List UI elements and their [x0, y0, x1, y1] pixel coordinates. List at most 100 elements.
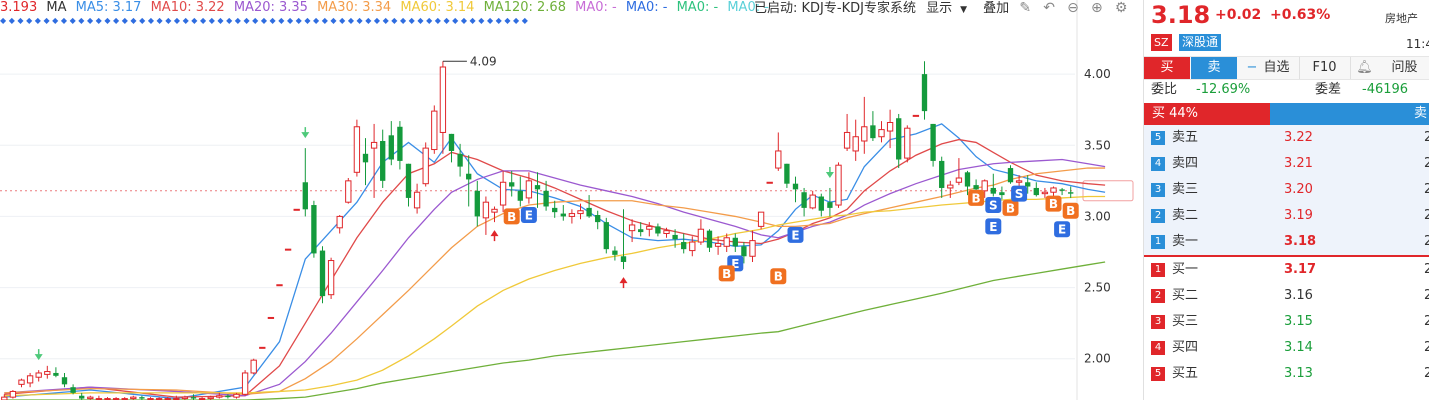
- candle-body: [955, 177, 963, 183]
- sector-label[interactable]: 房地产: [1385, 10, 1418, 26]
- level-label: 卖一: [1172, 234, 1199, 249]
- quote-time: 11:4: [1406, 37, 1429, 51]
- ask-level-5[interactable]: 5 卖五 3.22 2: [1144, 125, 1429, 151]
- candle-body: [904, 127, 911, 159]
- legend-ma10[interactable]: MA10: 3.22: [151, 0, 225, 15]
- level-label: 卖五: [1172, 130, 1199, 145]
- undo-icon[interactable]: ↶: [1043, 0, 1055, 16]
- bid-diff-value: -46196: [1362, 82, 1409, 97]
- level-number: 1: [1151, 235, 1165, 249]
- candle-body: [973, 185, 979, 190]
- candle-body: [595, 215, 601, 223]
- level-number: 3: [1151, 183, 1165, 197]
- level-label: 买二: [1172, 288, 1199, 303]
- candle-body: [714, 242, 722, 247]
- legend-ma5[interactable]: MA5: 3.17: [76, 0, 142, 15]
- signal-label: B: [1006, 201, 1015, 215]
- settings-icon[interactable]: ⚙: [1115, 0, 1128, 16]
- candle-body: [233, 393, 240, 398]
- ask-level-4[interactable]: 4 卖四 3.21 2: [1144, 151, 1429, 177]
- legend-ma20[interactable]: MA20: 3.35: [234, 0, 308, 15]
- display-menu[interactable]: 显示 ▼: [926, 1, 973, 16]
- bid-level-1[interactable]: 1 买一 3.17 2: [1144, 257, 1429, 283]
- overlay-button[interactable]: 叠加: [983, 1, 1009, 16]
- f10-button[interactable]: F10: [1299, 57, 1349, 79]
- kline-chart[interactable]: 4.003.503.002.502.004.09B EEB BEBS BSEBBE: [0, 0, 1141, 400]
- buy-power: 买 44%: [1144, 103, 1270, 125]
- candle-body: [216, 395, 223, 398]
- level-number: 2: [1151, 209, 1165, 223]
- candle-body: [397, 126, 403, 161]
- sell-button[interactable]: 卖: [1191, 57, 1237, 79]
- candle-body: [835, 164, 842, 206]
- level-volume: 2: [1424, 257, 1429, 283]
- level-label: 买三: [1172, 314, 1199, 329]
- candle-body: [568, 213, 576, 217]
- candle-body: [534, 185, 541, 190]
- bell-icon[interactable]: 🔔︎: [1350, 57, 1378, 79]
- candle-body: [577, 210, 584, 215]
- legend-ma-label: MA: [46, 0, 67, 15]
- level-price: 3.19: [1284, 208, 1313, 223]
- zoom-in-icon[interactable]: ⊕: [1091, 0, 1103, 16]
- connect-tag[interactable]: 深股通: [1179, 34, 1222, 51]
- indicator-status[interactable]: 已启动: KDJ专-KDJ专家系统: [754, 1, 916, 16]
- high-annotation: 4.09: [470, 54, 497, 68]
- y-tick-label: 2.00: [1084, 352, 1111, 366]
- candle-body: [241, 372, 249, 395]
- ask-button[interactable]: 问股: [1379, 57, 1429, 79]
- level-number: 5: [1151, 131, 1165, 145]
- order-ratio-row: 委比 -12.69% 委差 -46196: [1144, 80, 1429, 100]
- kline-chart-area[interactable]: 4.00 3.50 3.00 2.50 2.00 4.09 B E E B B E B S B S E B B E 3…: [0, 0, 1141, 400]
- candle-body: [207, 396, 214, 400]
- level-number: 1: [1151, 263, 1165, 277]
- candle-body: [912, 114, 920, 117]
- ask-level-3[interactable]: 3 卖三 3.20 2: [1144, 177, 1429, 203]
- legend-ma30[interactable]: MA30: 3.34: [317, 0, 391, 15]
- candle-body: [53, 372, 59, 376]
- candle-body: [319, 250, 326, 297]
- candle-body: [9, 390, 17, 398]
- caret-down-icon: ▼: [960, 5, 968, 15]
- signal-label: E: [525, 209, 533, 223]
- candle-body: [749, 240, 756, 257]
- stock-terminal: 4.00 3.50 3.00 2.50 2.00 4.09 B E E B B E B S B S E B B E 3…: [0, 0, 1429, 400]
- y-tick-label: 4.00: [1084, 67, 1111, 81]
- bid-level-2[interactable]: 2 买二 3.16 2: [1144, 283, 1429, 309]
- candle-body: [843, 131, 851, 149]
- level-price: 3.13: [1284, 366, 1313, 381]
- add-watchlist-button[interactable]: − 自选: [1238, 57, 1298, 79]
- candle-body: [276, 284, 283, 287]
- level-volume: 2: [1424, 151, 1429, 177]
- level-number: 4: [1151, 341, 1165, 355]
- candle-body: [663, 230, 670, 234]
- legend-ma0-a[interactable]: MA0: -: [575, 0, 617, 15]
- legend-ma60[interactable]: MA60: 3.14: [400, 0, 474, 15]
- order-book: 5卖五3.2224卖四3.2123卖三3.2022卖二3.1921卖一3.182…: [1144, 125, 1429, 387]
- level-price: 3.21: [1284, 156, 1313, 171]
- y-tick-label: 2.50: [1084, 281, 1111, 295]
- legend-ma0-b[interactable]: MA0: -: [626, 0, 668, 15]
- candle-body: [147, 398, 154, 400]
- level-number: 4: [1151, 157, 1165, 171]
- ask-level-2[interactable]: 2 卖二 3.19 2: [1144, 203, 1429, 229]
- candle-body: [181, 396, 189, 400]
- bid-level-4[interactable]: 4 买四 3.14 2: [1144, 335, 1429, 361]
- legend-ma0-c[interactable]: MA0: -: [677, 0, 719, 15]
- zoom-out-icon[interactable]: ⊖: [1067, 0, 1079, 16]
- level-price: 3.17: [1284, 262, 1317, 277]
- ask-level-1[interactable]: 1 卖一 3.18 2: [1144, 229, 1429, 255]
- legend-ma120[interactable]: MA120: 2.68: [484, 0, 566, 15]
- candle-body: [474, 190, 480, 217]
- candle-body: [809, 194, 816, 209]
- chart-toolbar: 已启动: KDJ专-KDJ专家系统 显示 ▼ 叠加 ✎ ↶ ⊖ ⊕ ⚙: [754, 0, 1135, 16]
- bid-level-5[interactable]: 5 买五 3.13 2: [1144, 361, 1429, 387]
- bid-level-3[interactable]: 3 买三 3.15 2: [1144, 309, 1429, 335]
- signal-label: B: [722, 267, 731, 281]
- level-label: 卖三: [1172, 182, 1199, 197]
- candle-body: [1041, 191, 1049, 195]
- candle-body: [26, 375, 34, 384]
- buy-button[interactable]: 买: [1144, 57, 1190, 79]
- level-volume: 2: [1424, 229, 1429, 255]
- brush-icon[interactable]: ✎: [1019, 0, 1031, 16]
